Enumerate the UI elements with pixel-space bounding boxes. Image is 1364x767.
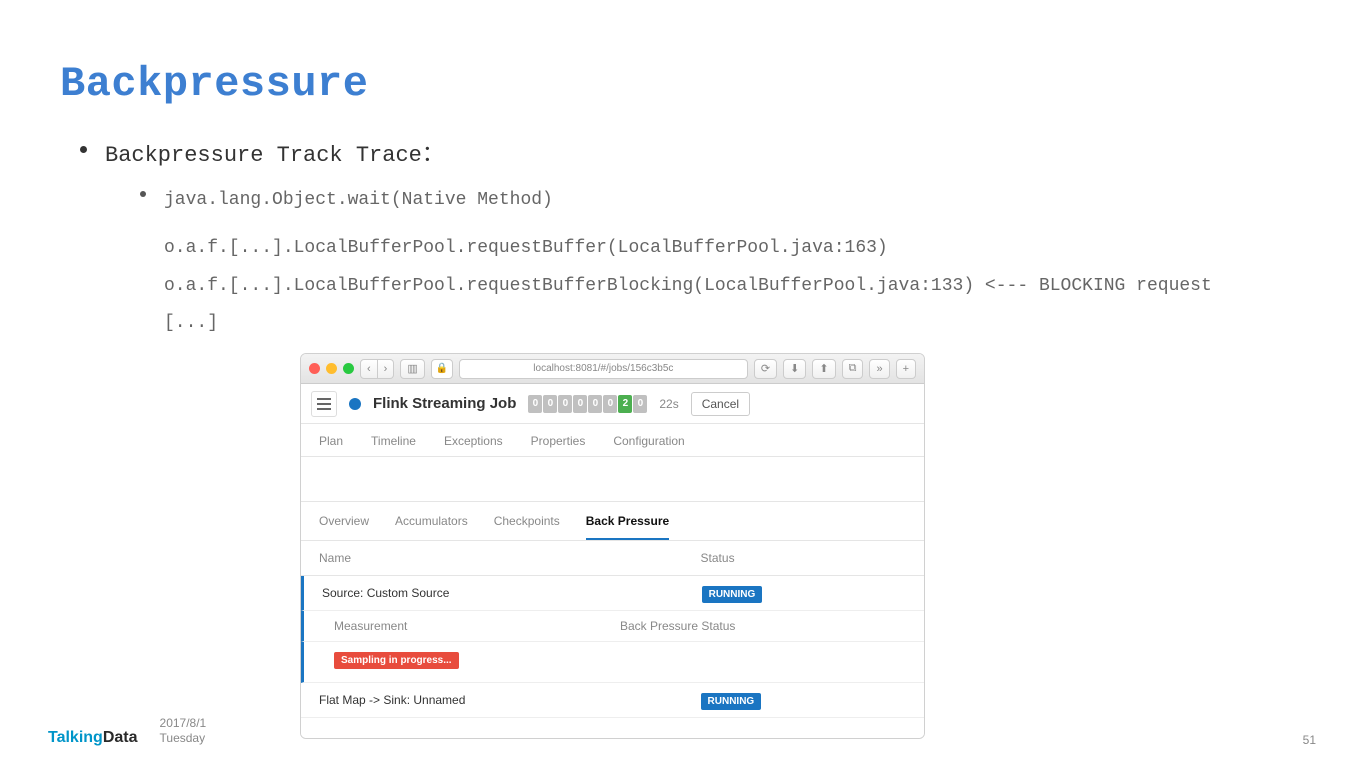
trace-line-4: [...] — [164, 305, 1304, 343]
cancel-button[interactable]: Cancel — [691, 392, 750, 416]
bullet-text: Backpressure Track Trace： — [105, 136, 444, 168]
nav-back-forward: ‹ › — [360, 359, 394, 379]
footer-date: 2017/8/1 Tuesday — [160, 716, 207, 747]
new-tab-button[interactable]: + — [896, 359, 916, 379]
slide-footer: TalkingData 2017/8/1 Tuesday 51 — [48, 716, 1316, 747]
tab-timeline[interactable]: Timeline — [371, 434, 416, 448]
status-indicator-icon — [349, 398, 361, 410]
counter: 2 — [618, 395, 632, 413]
tab-back-pressure[interactable]: Back Pressure — [586, 514, 669, 540]
sub-header-row: Measurement Back Pressure Status — [301, 611, 924, 642]
footer-date-line2: Tuesday — [160, 731, 207, 747]
more-button[interactable]: » — [869, 359, 889, 379]
trace-line-1: java.lang.Object.wait(Native Method) — [164, 182, 553, 220]
download-button[interactable]: ⬇ — [783, 359, 806, 379]
counter: 0 — [588, 395, 602, 413]
th-name: Name — [319, 551, 701, 565]
main-tabs: Plan Timeline Exceptions Properties Conf… — [301, 424, 924, 457]
back-button[interactable]: ‹ — [360, 359, 378, 379]
bullet-dot-small — [140, 191, 146, 197]
bullet-level2: java.lang.Object.wait(Native Method) — [140, 182, 1304, 220]
trace-line-3: o.a.f.[...].LocalBufferPool.requestBuffe… — [164, 268, 1304, 306]
sampling-badge: Sampling in progress... — [334, 652, 459, 669]
table-row[interactable]: Flat Map -> Sink: Unnamed RUNNING — [301, 683, 924, 718]
browser-window: ‹ › ▥ 🔒 localhost:8081/#/jobs/156c3b5c ⟳… — [300, 353, 925, 739]
tab-checkpoints[interactable]: Checkpoints — [494, 514, 560, 540]
tab-exceptions[interactable]: Exceptions — [444, 434, 503, 448]
counter: 0 — [573, 395, 587, 413]
brand-part1: Talking — [48, 729, 103, 746]
status-badge: RUNNING — [702, 586, 763, 603]
menu-icon[interactable] — [311, 391, 337, 417]
task-counters: 0 0 0 0 0 0 2 0 — [528, 395, 647, 413]
footer-date-line1: 2017/8/1 — [160, 716, 207, 732]
brand-logo: TalkingData — [48, 729, 138, 747]
sub-tabs: Overview Accumulators Checkpoints Back P… — [301, 502, 924, 540]
status-badge: RUNNING — [701, 693, 762, 710]
th-status: Status — [701, 551, 906, 565]
page-title: Backpressure — [60, 60, 1304, 108]
sub-col-bp: Back Pressure Status — [620, 619, 906, 633]
counter: 0 — [543, 395, 557, 413]
reload-button[interactable]: ⟳ — [754, 359, 777, 379]
counter: 0 — [528, 395, 542, 413]
close-icon[interactable] — [309, 363, 320, 374]
tab-plan[interactable]: Plan — [319, 434, 343, 448]
sampling-row: Sampling in progress... — [301, 642, 924, 683]
maximize-icon[interactable] — [343, 363, 354, 374]
row-name: Source: Custom Source — [322, 586, 702, 600]
forward-button[interactable]: › — [378, 359, 395, 379]
app-header: Flink Streaming Job 0 0 0 0 0 0 2 0 22s … — [301, 384, 924, 424]
minimize-icon[interactable] — [326, 363, 337, 374]
page-number: 51 — [1303, 733, 1316, 747]
share-button[interactable]: ⬆ — [812, 359, 835, 379]
sub-col-measure: Measurement — [334, 619, 620, 633]
job-duration: 22s — [659, 397, 678, 411]
counter: 0 — [558, 395, 572, 413]
brand-part2: Data — [103, 729, 138, 746]
tab-overview[interactable]: Overview — [319, 514, 369, 540]
blank-content — [301, 457, 924, 502]
table-row[interactable]: Source: Custom Source RUNNING — [301, 576, 924, 611]
tabs-button[interactable]: ⧉ — [842, 359, 864, 379]
tab-properties[interactable]: Properties — [531, 434, 586, 448]
counter: 0 — [603, 395, 617, 413]
counter: 0 — [633, 395, 647, 413]
tab-configuration[interactable]: Configuration — [613, 434, 684, 448]
bullet-level1: Backpressure Track Trace： — [80, 136, 1304, 168]
tab-accumulators[interactable]: Accumulators — [395, 514, 468, 540]
browser-chrome: ‹ › ▥ 🔒 localhost:8081/#/jobs/156c3b5c ⟳… — [301, 354, 924, 384]
lock-icon: 🔒 — [431, 359, 453, 379]
address-bar[interactable]: localhost:8081/#/jobs/156c3b5c — [459, 359, 748, 379]
row-name: Flat Map -> Sink: Unnamed — [319, 693, 701, 707]
table-header: Name Status — [301, 541, 924, 576]
sidebar-button[interactable]: ▥ — [400, 359, 424, 379]
trace-line-2: o.a.f.[...].LocalBufferPool.requestBuffe… — [164, 230, 1304, 268]
bullet-dot — [80, 146, 87, 153]
job-title: Flink Streaming Job — [373, 395, 516, 412]
